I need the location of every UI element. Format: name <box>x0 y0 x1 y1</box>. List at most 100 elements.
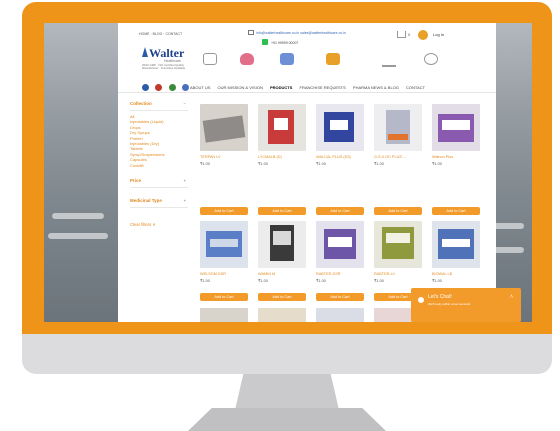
add-to-cart-button[interactable]: Add to Cart <box>374 207 422 215</box>
product-title[interactable]: WALCAL PLUS (D3) <box>316 155 364 159</box>
compass-icon[interactable] <box>424 53 438 65</box>
quality-badge-icon <box>182 84 190 92</box>
product-title[interactable]: LYCMALB (D) <box>258 155 306 159</box>
monitor-stand-base <box>188 408 386 431</box>
cart-icon[interactable] <box>397 31 406 38</box>
plus-icon[interactable]: + <box>184 198 186 203</box>
price-filter-header[interactable]: Price + <box>130 178 188 183</box>
product-image[interactable] <box>316 104 364 151</box>
collection-item[interactable]: Cooldift <box>130 163 188 168</box>
product-title[interactable]: TERPAN LV <box>200 155 248 159</box>
product-image[interactable] <box>374 221 422 268</box>
product-price: ₹1.00 <box>258 279 268 283</box>
handshake-icon[interactable] <box>326 53 340 65</box>
monitor-chin <box>22 334 552 374</box>
product-image[interactable] <box>432 104 480 151</box>
nav-pharma-news-blog[interactable]: PHARMA NEWS & BLOG <box>353 85 399 90</box>
product-card[interactable]: Walnon Plus ₹1.00 <box>432 104 480 166</box>
add-to-cart-button[interactable]: Add to Cart <box>316 207 364 215</box>
product-title[interactable]: RABTER-LV <box>374 272 422 276</box>
login-link[interactable]: Log In <box>433 32 444 37</box>
product-card[interactable]: TERPAN LV ₹1.00 <box>200 104 248 166</box>
product-title[interactable]: RABTER DSR <box>316 272 364 276</box>
certification-badges <box>142 79 191 97</box>
collection-filter-header[interactable]: Collection − <box>130 101 188 106</box>
add-to-cart-button[interactable]: Add to Cart <box>258 293 306 301</box>
product-card[interactable]: RABTER-LV ₹1.00 <box>374 221 422 283</box>
price-title: Price <box>130 178 142 184</box>
collection-title: Collection <box>130 101 152 106</box>
product-title[interactable]: BIOWAL LB <box>432 272 480 276</box>
chat-widget[interactable]: Let's Chat! We'll reply within a few sec… <box>411 288 521 322</box>
medicinal-filter-header[interactable]: Medicinal Type + <box>130 198 188 203</box>
product-image[interactable] <box>200 308 248 322</box>
product-price: ₹1.00 <box>316 162 326 166</box>
chevron-up-icon[interactable]: − <box>184 101 186 106</box>
divider <box>130 187 188 189</box>
nav-franchise-requests[interactable]: FRANCHISE REQUESTS <box>300 85 346 90</box>
top-links[interactable]: HOME · BLOG · CONTACT <box>139 32 182 36</box>
product-image[interactable] <box>432 221 480 268</box>
product-image[interactable] <box>200 104 248 151</box>
briefcase-icon[interactable] <box>203 53 217 65</box>
medicinal-title: Medicinal Type <box>130 198 162 204</box>
chat-title: Let's Chat! <box>428 294 452 300</box>
chevron-up-icon[interactable]: ˄ <box>510 294 513 300</box>
product-card[interactable]: WAMIN M ₹1.00 <box>258 221 306 283</box>
product-card[interactable]: BIOWAL LB ₹1.00 <box>432 221 480 283</box>
user-avatar-icon[interactable] <box>418 30 428 40</box>
main-nav: ABOUT US OUR MISSION & VISION PRODUCTS F… <box>190 85 492 90</box>
heart-icon[interactable] <box>240 53 254 65</box>
product-price: ₹1.00 <box>374 162 384 166</box>
monitor-screen: HOME · BLOG · CONTACT info@walterhealthc… <box>44 23 532 322</box>
product-price: ₹1.00 <box>432 162 442 166</box>
add-to-cart-button[interactable]: Add to Cart <box>200 207 248 215</box>
product-image[interactable] <box>316 308 364 322</box>
nav-contact[interactable]: CONTACT <box>406 85 425 90</box>
product-card[interactable]: RABTER DSR ₹1.00 <box>316 221 364 283</box>
header-phone[interactable]: +91 99999 00007 <box>271 41 298 45</box>
product-price: ₹1.00 <box>200 279 210 283</box>
plus-icon[interactable]: + <box>184 178 186 183</box>
header-email[interactable]: info@walterhealthcare.co.in sales@walter… <box>256 31 346 35</box>
add-to-cart-button[interactable]: Add to Cart <box>432 207 480 215</box>
add-to-cart-button[interactable]: Add to Cart <box>200 293 248 301</box>
product-title[interactable]: G.S.X.OC PLUS ... <box>374 155 422 159</box>
product-title[interactable]: Walnon Plus <box>432 155 480 159</box>
iso-badge-icon <box>168 84 176 92</box>
gmp-badge-icon <box>155 84 163 92</box>
who-badge-icon <box>142 84 149 92</box>
product-image[interactable] <box>316 221 364 268</box>
pills-icon[interactable] <box>280 53 294 65</box>
product-image[interactable] <box>258 308 306 322</box>
add-to-cart-button[interactable]: Add to Cart <box>316 293 364 301</box>
nav-products[interactable]: PRODUCTS <box>270 85 292 90</box>
product-image[interactable] <box>258 221 306 268</box>
nav-mission-vision[interactable]: OUR MISSION & VISION <box>218 85 263 90</box>
website-page: HOME · BLOG · CONTACT info@walterhealthc… <box>118 23 496 322</box>
divider <box>130 110 188 111</box>
add-to-cart-button[interactable]: Add to Cart <box>258 207 306 215</box>
nav-about-us[interactable]: ABOUT US <box>190 85 210 90</box>
whatsapp-icon[interactable] <box>262 39 268 45</box>
product-card[interactable]: WELSOM DSR ₹1.00 <box>200 221 248 283</box>
product-price: ₹1.00 <box>432 279 442 283</box>
divider <box>130 207 188 209</box>
product-image[interactable] <box>200 221 248 268</box>
product-price: ₹1.00 <box>200 162 210 166</box>
wave-highlight <box>48 233 108 239</box>
product-price: ₹1.00 <box>258 162 268 166</box>
product-card[interactable]: G.S.X.OC PLUS ... ₹1.00 <box>374 104 422 166</box>
brand-logo-icon[interactable] <box>142 47 148 57</box>
product-title[interactable]: WAMIN M <box>258 272 306 276</box>
product-title[interactable]: WELSOM DSR <box>200 272 248 276</box>
pen-icon[interactable] <box>382 53 396 67</box>
monitor-stand-neck <box>235 374 339 410</box>
product-price: ₹1.00 <box>316 279 326 283</box>
product-image[interactable] <box>374 104 422 151</box>
product-card[interactable]: LYCMALB (D) ₹1.00 <box>258 104 306 166</box>
chat-bubble-icon <box>418 297 424 303</box>
product-image[interactable] <box>258 104 306 151</box>
clear-filters-link[interactable]: Clear filters ✕ <box>130 222 188 227</box>
product-card[interactable]: WALCAL PLUS (D3) ₹1.00 <box>316 104 364 166</box>
